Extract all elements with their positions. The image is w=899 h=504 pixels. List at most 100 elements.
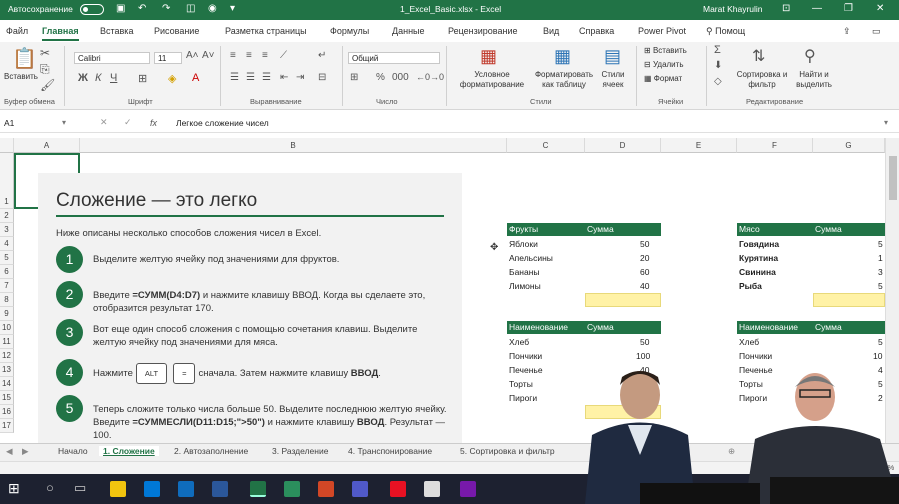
fruit-name[interactable]: Бананы bbox=[509, 265, 540, 279]
item2-name[interactable]: Хлеб bbox=[739, 335, 759, 349]
cut-icon[interactable]: ✂ bbox=[40, 46, 50, 60]
task-view-icon[interactable]: ▭ bbox=[74, 480, 86, 496]
user-name[interactable]: Marat Khayrulin bbox=[703, 4, 763, 14]
paste-icon[interactable]: 📋 bbox=[12, 46, 37, 71]
edge-icon[interactable] bbox=[144, 481, 160, 497]
grow-font-icon[interactable]: A˄ bbox=[186, 50, 199, 61]
sheet-tab[interactable]: 5. Сортировка и фильтр bbox=[460, 446, 555, 456]
camera-icon[interactable]: ◉ bbox=[208, 3, 217, 14]
fruit-value[interactable]: 20 bbox=[640, 251, 649, 265]
row-header[interactable]: 9 bbox=[0, 307, 14, 321]
name-box[interactable]: A1 bbox=[4, 118, 14, 128]
row-header[interactable]: 3 bbox=[0, 223, 14, 237]
sheet-tab[interactable]: 3. Разделение bbox=[272, 446, 328, 456]
clear-icon[interactable]: ◇ bbox=[714, 76, 722, 87]
sheet-tab[interactable]: Начало bbox=[58, 446, 88, 456]
wrap-text-icon[interactable]: ↵ bbox=[318, 50, 326, 61]
share-icon[interactable]: ⇪ bbox=[843, 26, 851, 37]
col-header-e[interactable]: E bbox=[661, 138, 737, 153]
fruit-name[interactable]: Лимоны bbox=[509, 279, 541, 293]
publisher-icon[interactable] bbox=[284, 481, 300, 497]
sort-filter-button[interactable]: Сортировка и фильтр bbox=[736, 70, 788, 90]
meat-name[interactable]: Рыба bbox=[739, 279, 762, 293]
insert-cells-button[interactable]: ⊞ Вставить bbox=[644, 46, 687, 56]
tab-next-icon[interactable]: ▶ bbox=[22, 446, 29, 457]
meat-value[interactable]: 3 bbox=[878, 265, 883, 279]
meat-name[interactable]: Свинина bbox=[739, 265, 776, 279]
close-icon[interactable]: ✕ bbox=[876, 3, 884, 14]
autosave-toggle[interactable] bbox=[80, 4, 104, 15]
font-color-icon[interactable]: A bbox=[192, 72, 199, 84]
meat-name[interactable]: Говядина bbox=[739, 237, 779, 251]
percent-icon[interactable]: % bbox=[376, 72, 385, 83]
store-icon[interactable] bbox=[390, 481, 406, 497]
comma-style-icon[interactable]: 000 bbox=[392, 72, 409, 83]
conditional-format-icon[interactable]: ▦ bbox=[480, 46, 497, 67]
cell-styles-icon[interactable]: ▤ bbox=[604, 46, 621, 67]
tab-data[interactable]: Данные bbox=[392, 26, 425, 36]
decrease-decimal-icon[interactable]: →0 bbox=[430, 72, 444, 82]
format-cells-button[interactable]: ▦ Формат bbox=[644, 74, 682, 84]
item-name[interactable]: Печенье bbox=[509, 363, 543, 377]
item-name[interactable]: Пончики bbox=[509, 349, 542, 363]
formula-input[interactable]: Легкое сложение чисел bbox=[176, 118, 269, 128]
row-header[interactable]: 13 bbox=[0, 363, 14, 377]
conditional-format-button[interactable]: Условное форматирование bbox=[456, 70, 528, 90]
number-format-select[interactable]: Общий bbox=[348, 52, 440, 64]
item-value[interactable]: 50 bbox=[640, 335, 649, 349]
row-header[interactable]: 14 bbox=[0, 377, 14, 391]
increase-indent-icon[interactable]: ⇥ bbox=[296, 72, 304, 83]
row-header[interactable]: 16 bbox=[0, 405, 14, 419]
comments-icon[interactable]: ▭ bbox=[872, 26, 881, 37]
save-icon[interactable]: ▣ bbox=[116, 3, 125, 14]
row-header[interactable]: 1 bbox=[0, 153, 14, 209]
row-header[interactable]: 2 bbox=[0, 209, 14, 223]
item-name[interactable]: Хлеб bbox=[509, 335, 529, 349]
item-value[interactable]: 100 bbox=[636, 349, 650, 363]
paste-label[interactable]: Вставить bbox=[4, 72, 38, 82]
shrink-font-icon[interactable]: A˅ bbox=[202, 50, 215, 61]
align-middle-icon[interactable]: ≡ bbox=[246, 50, 252, 61]
fill-color-icon[interactable]: ◈ bbox=[168, 72, 176, 85]
sort-filter-icon[interactable]: ⇅ bbox=[752, 46, 765, 66]
tab-formulas[interactable]: Формулы bbox=[330, 26, 369, 36]
font-size-select[interactable]: 11 bbox=[154, 52, 182, 64]
row-header[interactable]: 5 bbox=[0, 251, 14, 265]
col-header-a[interactable]: A bbox=[14, 138, 80, 153]
align-right-icon[interactable]: ☰ bbox=[262, 72, 271, 83]
fruit-value[interactable]: 60 bbox=[640, 265, 649, 279]
tab-power-pivot[interactable]: Power Pivot bbox=[638, 26, 686, 36]
borders-icon[interactable]: ⊞ bbox=[138, 72, 147, 85]
font-name-select[interactable]: Calibri bbox=[74, 52, 150, 64]
delete-cells-button[interactable]: ⊟ Удалить bbox=[644, 60, 683, 70]
merge-center-icon[interactable]: ⊟ bbox=[318, 72, 326, 83]
col-header-g[interactable]: G bbox=[813, 138, 885, 153]
meat-sum-yellow-cell[interactable] bbox=[813, 293, 885, 307]
format-painter-icon[interactable]: 🖌 bbox=[40, 78, 55, 92]
format-table-icon[interactable]: ▦ bbox=[554, 46, 571, 67]
sheet-tab-active[interactable]: 1. Сложение bbox=[99, 446, 159, 456]
enter-icon[interactable]: ✓ bbox=[124, 117, 132, 128]
select-all-corner[interactable] bbox=[0, 138, 14, 153]
tab-prev-icon[interactable]: ◀ bbox=[6, 446, 13, 457]
tab-home[interactable]: Главная bbox=[42, 26, 79, 41]
col-header-c[interactable]: C bbox=[507, 138, 585, 153]
expand-formula-icon[interactable]: ▾ bbox=[884, 118, 888, 127]
tell-me-search[interactable]: ⚲ Помощ bbox=[706, 26, 745, 37]
sheet-tab[interactable]: 2. Автозаполнение bbox=[174, 446, 248, 456]
row-header[interactable]: 17 bbox=[0, 419, 14, 433]
col-header-d[interactable]: D bbox=[585, 138, 661, 153]
insert-function-icon[interactable]: fx bbox=[150, 118, 157, 128]
underline-icon[interactable]: Ч bbox=[110, 72, 117, 84]
tab-file[interactable]: Файл bbox=[6, 26, 28, 36]
item2-value[interactable]: 10 bbox=[873, 349, 882, 363]
tab-insert[interactable]: Вставка bbox=[100, 26, 133, 36]
file-explorer-icon[interactable] bbox=[110, 481, 126, 497]
item2-value[interactable]: 5 bbox=[878, 335, 883, 349]
col-header-f[interactable]: F bbox=[737, 138, 813, 153]
excel-icon[interactable] bbox=[250, 481, 266, 497]
onenote-icon[interactable] bbox=[460, 481, 476, 497]
meat-value[interactable]: 5 bbox=[878, 237, 883, 251]
row-header[interactable]: 10 bbox=[0, 321, 14, 335]
find-select-icon[interactable]: ⚲ bbox=[804, 46, 816, 66]
